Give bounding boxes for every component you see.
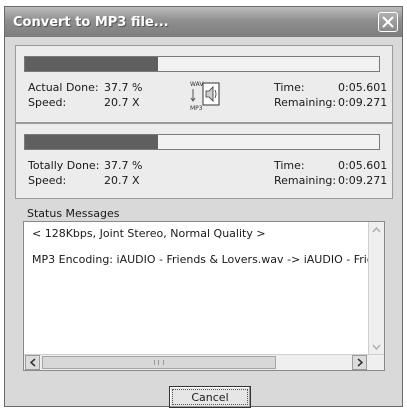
total-progress-frame: Totally Done: 37.7 % Speed: 20.7 X Time:…	[15, 123, 393, 199]
close-icon	[382, 16, 394, 28]
total-time-label: Time:	[274, 159, 305, 172]
dialog-title: Convert to MP3 file...	[13, 15, 169, 30]
totally-done-value: 37.7 %	[104, 159, 143, 172]
scroll-down-button[interactable]	[369, 339, 384, 354]
status-messages-box[interactable]: < 128Kbps, Joint Stereo, Normal Quality …	[23, 221, 385, 371]
horizontal-scrollbar[interactable]	[24, 354, 384, 370]
thumb-grip-icon	[154, 360, 164, 365]
scroll-down-icon	[372, 344, 381, 350]
actual-done-label: Actual Done:	[28, 81, 99, 94]
total-speed-label: Speed:	[28, 174, 67, 187]
total-time-value: 0:05.601	[338, 159, 388, 172]
icon-mp3-text: MP3	[190, 105, 203, 112]
total-progress-fill	[25, 135, 159, 149]
scroll-left-button[interactable]	[25, 355, 40, 370]
file-progress-bar	[24, 56, 380, 72]
total-progress-bar	[24, 134, 380, 150]
actual-done-value: 37.7 %	[104, 81, 143, 94]
total-speed-value: 20.7 X	[104, 174, 140, 187]
scroll-left-icon	[29, 358, 35, 367]
status-text-clip: MP3 Encoding: iAUDIO - Friends & Lovers.…	[24, 222, 368, 354]
total-remaining-value: 0:09.271	[338, 174, 388, 187]
status-messages-label: Status Messages	[27, 207, 120, 220]
time-label: Time:	[274, 81, 305, 94]
scroll-right-icon	[357, 358, 363, 367]
remaining-label: Remaining:	[274, 96, 337, 109]
convert-dialog: Convert to MP3 file... Actual Done: 37.7…	[4, 6, 403, 408]
vertical-scrollbar[interactable]	[368, 222, 384, 354]
scroll-up-button[interactable]	[369, 222, 384, 237]
file-progress-frame: Actual Done: 37.7 % Speed: 20.7 X WAV MP…	[15, 45, 393, 123]
speed-value: 20.7 X	[104, 96, 140, 109]
scroll-right-button[interactable]	[352, 355, 367, 370]
icon-wav-text: WAV	[190, 81, 204, 88]
title-bar[interactable]: Convert to MP3 file...	[5, 7, 402, 37]
file-progress-fill	[25, 57, 159, 71]
total-remaining-label: Remaining:	[274, 174, 337, 187]
scroll-up-icon	[372, 226, 381, 232]
close-button[interactable]	[378, 12, 398, 32]
time-value: 0:05.601	[338, 81, 388, 94]
speed-label: Speed:	[28, 96, 67, 109]
wav-to-mp3-icon: WAV MP3	[190, 81, 220, 112]
horizontal-scroll-thumb[interactable]	[42, 356, 276, 369]
status-line-2: MP3 Encoding: iAUDIO - Friends & Lovers.…	[32, 253, 368, 266]
totally-done-label: Totally Done:	[28, 159, 100, 172]
remaining-value: 0:09.271	[338, 96, 388, 109]
cancel-button[interactable]: Cancel	[169, 386, 251, 408]
